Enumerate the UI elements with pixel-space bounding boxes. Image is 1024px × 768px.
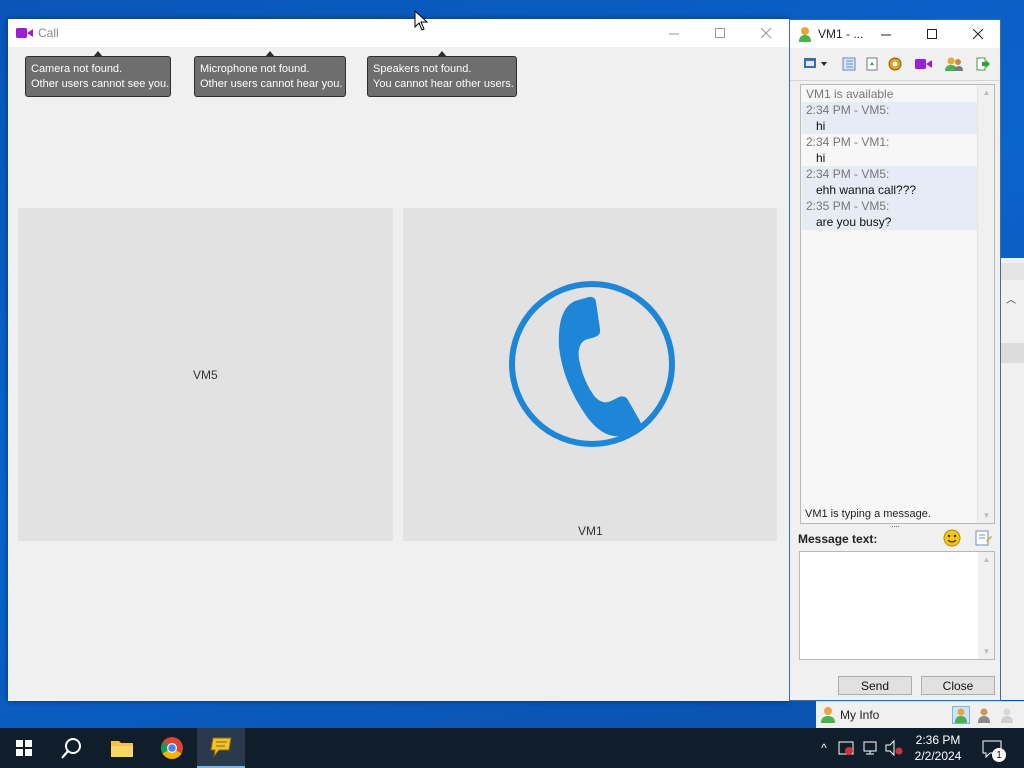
background-window-edge: ︿ bbox=[1001, 258, 1024, 700]
video-camera-icon bbox=[16, 27, 33, 39]
maximize-button[interactable] bbox=[909, 20, 955, 48]
edit-note-icon[interactable] bbox=[974, 529, 992, 547]
away-status-icon[interactable] bbox=[975, 706, 993, 724]
clock-time: 2:36 PM bbox=[915, 733, 961, 747]
message-text: ehh wanna call??? bbox=[816, 183, 917, 197]
my-info-label: My Info bbox=[840, 708, 880, 722]
camera-not-found-tooltip: Camera not found. Other users cannot see… bbox=[25, 51, 171, 97]
typing-status: VM1 is typing a message. bbox=[805, 508, 931, 520]
tooltip-line: Other users cannot see you. bbox=[31, 78, 170, 90]
tooltip-line: Speakers not found. bbox=[373, 63, 472, 75]
taskbar: ^ 2:36 PM 2/2/2024 1 bbox=[0, 728, 1024, 768]
emoji-icon[interactable] bbox=[943, 529, 961, 547]
security-icon[interactable] bbox=[836, 738, 856, 758]
message-input[interactable] bbox=[799, 551, 995, 660]
offline-status-icon[interactable] bbox=[998, 706, 1016, 724]
chevron-up-icon: ︿ bbox=[1006, 295, 1016, 306]
splitter-handle[interactable]: ···· bbox=[887, 522, 903, 531]
message-header: 2:35 PM - VM5: bbox=[806, 199, 890, 213]
scroll-down-icon[interactable]: ▼ bbox=[978, 508, 995, 523]
book-icon[interactable] bbox=[840, 56, 858, 72]
scroll-down-icon[interactable]: ▼ bbox=[978, 644, 995, 659]
send-button[interactable]: Send bbox=[838, 676, 912, 695]
chat-titlebar[interactable]: VM1 - ... bbox=[790, 20, 1000, 48]
exit-icon[interactable] bbox=[974, 56, 992, 72]
user-icon bbox=[821, 707, 835, 723]
user-icon bbox=[798, 26, 812, 42]
view-dropdown-icon[interactable] bbox=[804, 56, 830, 72]
local-video-pane: VM1 bbox=[403, 208, 777, 541]
send-file-icon[interactable] bbox=[863, 56, 881, 72]
file-explorer-button[interactable] bbox=[98, 728, 146, 768]
clock[interactable]: 2:36 PM 2/2/2024 bbox=[906, 732, 970, 764]
local-user-label: VM1 bbox=[578, 524, 603, 538]
background-window-bar bbox=[1001, 343, 1024, 363]
search-button[interactable] bbox=[48, 728, 96, 768]
folder-icon bbox=[111, 741, 133, 757]
background-window-bar bbox=[1001, 263, 1024, 280]
online-status-icon[interactable] bbox=[952, 706, 970, 724]
message-header: 2:34 PM - VM5: bbox=[806, 103, 890, 117]
search-icon bbox=[61, 738, 81, 759]
mouse-cursor-icon bbox=[414, 9, 429, 32]
message-text: hi bbox=[816, 151, 826, 165]
minimize-button[interactable] bbox=[651, 19, 697, 47]
history-scrollbar[interactable]: ▲ ▼ bbox=[977, 85, 994, 523]
close-chat-button[interactable]: Close bbox=[921, 676, 995, 695]
start-button[interactable] bbox=[0, 728, 48, 768]
notification-count-badge: 1 bbox=[992, 748, 1006, 762]
chat-history[interactable]: VM1 is available 2:34 PM - VM5: hi 2:34 … bbox=[800, 84, 995, 524]
maximize-button[interactable] bbox=[697, 19, 743, 47]
message-text: hi bbox=[816, 119, 826, 133]
scroll-up-icon[interactable]: ▲ bbox=[978, 552, 995, 567]
tooltip-line: Camera not found. bbox=[31, 63, 123, 75]
chrome-icon bbox=[161, 737, 183, 759]
my-info-button[interactable]: My Info bbox=[820, 706, 879, 724]
chrome-button[interactable] bbox=[148, 728, 196, 768]
availability-status: VM1 is available bbox=[806, 87, 894, 101]
minimize-button[interactable] bbox=[863, 20, 909, 48]
message-scrollbar[interactable]: ▲ ▼ bbox=[978, 552, 994, 659]
message-text: are you busy? bbox=[816, 215, 892, 229]
clock-date: 2/2/2024 bbox=[914, 749, 962, 763]
call-window: Call Camera not found. Other users canno… bbox=[8, 19, 789, 701]
call-window-title: Call bbox=[38, 26, 59, 40]
tooltip-line: You cannot hear other users. bbox=[373, 78, 514, 90]
message-header: 2:34 PM - VM1: bbox=[806, 135, 890, 149]
speakers-not-found-tooltip: Speakers not found. You cannot hear othe… bbox=[367, 51, 517, 97]
remote-user-label: VM5 bbox=[193, 368, 218, 382]
scroll-up-icon[interactable]: ▲ bbox=[978, 85, 995, 100]
add-users-icon[interactable] bbox=[945, 56, 963, 72]
chevron-up-icon[interactable]: ^ bbox=[814, 738, 834, 758]
volume-muted-icon[interactable] bbox=[884, 738, 904, 758]
chat-window-title: VM1 - ... bbox=[818, 27, 864, 41]
remote-video-pane: VM5 bbox=[18, 208, 393, 541]
video-call-icon[interactable] bbox=[914, 56, 932, 72]
message-text-label: Message text: bbox=[798, 532, 878, 546]
messenger-status-bar: My Info bbox=[816, 701, 1024, 728]
phone-icon bbox=[507, 279, 677, 449]
network-icon[interactable] bbox=[860, 738, 880, 758]
chat-bubble-icon bbox=[210, 737, 232, 758]
windows-logo-icon bbox=[16, 740, 32, 756]
settings-gear-icon[interactable] bbox=[886, 56, 904, 72]
microphone-not-found-tooltip: Microphone not found. Other users cannot… bbox=[194, 51, 346, 97]
call-titlebar[interactable]: Call bbox=[8, 19, 789, 47]
tooltip-line: Other users cannot hear you. bbox=[200, 78, 343, 90]
chat-window: VM1 - ... VM1 is available 2:34 PM - VM5… bbox=[789, 19, 1001, 701]
chat-toolbar bbox=[790, 48, 1000, 81]
close-button[interactable] bbox=[955, 20, 1001, 48]
close-button[interactable] bbox=[743, 19, 789, 47]
tooltip-line: Microphone not found. bbox=[200, 63, 310, 75]
message-header: 2:34 PM - VM5: bbox=[806, 167, 890, 181]
messenger-button[interactable] bbox=[197, 728, 245, 768]
